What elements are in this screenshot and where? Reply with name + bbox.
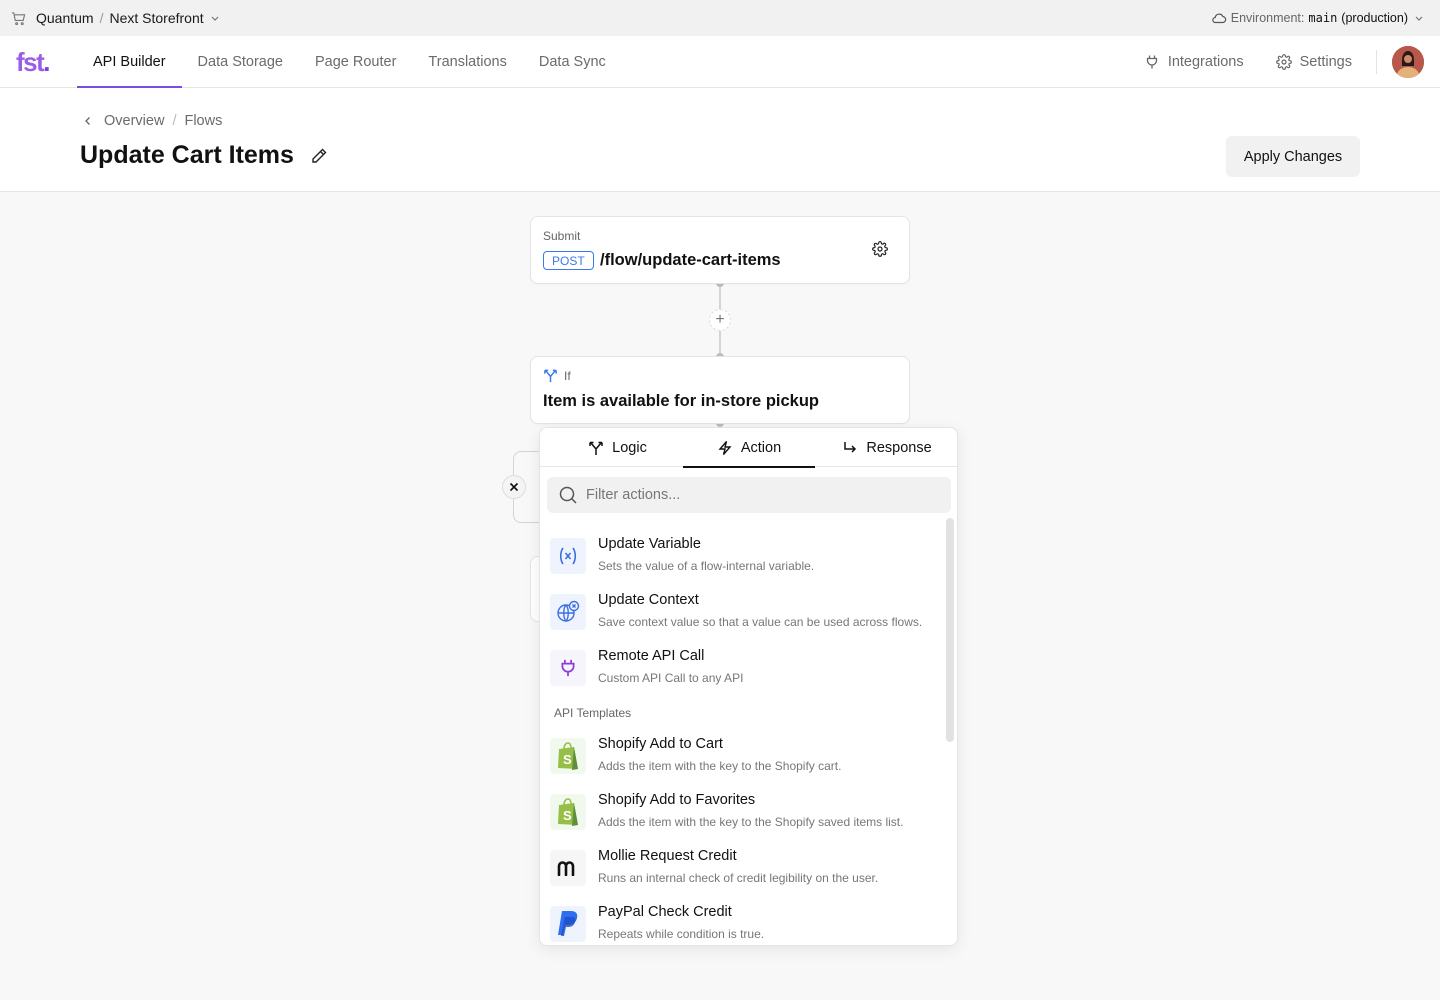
logo[interactable]: fst.	[16, 47, 50, 78]
template-name: Shopify Add to Cart	[598, 736, 723, 752]
apply-changes-button[interactable]: Apply Changes	[1226, 136, 1360, 177]
storefront-selector[interactable]: Next Storefront	[109, 10, 203, 26]
settings-link[interactable]: Settings	[1275, 54, 1352, 70]
list-item[interactable]: PayPal Check Credit Repeats while condit…	[550, 904, 944, 945]
page-header: Overview / Flows Update Cart Items Apply…	[0, 88, 1440, 192]
main-nav: fst. API Builder Data Storage Page Route…	[0, 36, 1440, 89]
variable-icon	[550, 538, 586, 574]
tab-logic[interactable]: Logic	[552, 428, 683, 467]
tab-data-storage[interactable]: Data Storage	[182, 36, 299, 88]
action-description: Save context value so that a value can b…	[598, 615, 923, 629]
if-node[interactable]: If Item is available for in-store pickup	[530, 356, 910, 424]
chevron-down-icon[interactable]	[210, 13, 220, 23]
breadcrumb-overview[interactable]: Overview	[104, 113, 164, 129]
paypal-icon	[550, 906, 586, 942]
svg-text:S: S	[563, 752, 572, 767]
filter-actions-input[interactable]	[586, 487, 926, 503]
plug-icon	[550, 650, 586, 686]
project-separator: /	[99, 10, 104, 26]
step-type-tabs: Logic Action Response	[540, 428, 957, 468]
search-icon	[558, 485, 578, 505]
tab-data-sync[interactable]: Data Sync	[523, 36, 622, 88]
shopify-icon: S	[550, 794, 586, 830]
add-step-popover: Logic Action Response Filter actions... …	[539, 427, 958, 946]
shopify-icon: S	[550, 738, 586, 774]
split-icon	[588, 440, 604, 456]
tab-action-label: Action	[740, 439, 782, 456]
environment-selector[interactable]: Environment: main (production)	[1211, 0, 1424, 36]
action-description: Custom API Call to any API	[598, 671, 744, 685]
template-description: Repeats while condition is true.	[598, 927, 765, 941]
filter-actions-field[interactable]	[547, 477, 951, 513]
template-name: Shopify Add to Favorites	[598, 792, 756, 808]
breadcrumb-separator: /	[172, 113, 177, 129]
environment-branch: main	[1308, 11, 1338, 25]
globe-variable-icon	[550, 594, 586, 630]
scrollbar[interactable]	[946, 518, 954, 742]
svg-text:S: S	[563, 808, 572, 823]
pencil-icon[interactable]	[310, 147, 328, 165]
flow-canvas[interactable]: + Submit POST /flow/update-cart-items If…	[0, 192, 1440, 1000]
tab-response-label: Response	[866, 439, 932, 456]
tab-page-router[interactable]: Page Router	[299, 36, 412, 88]
cart-icon	[10, 10, 26, 26]
environment-label: Environment:	[1230, 11, 1305, 25]
action-description: Sets the value of a flow-internal variab…	[598, 559, 815, 573]
logo-text: fst	[16, 47, 45, 77]
gear-icon	[1275, 54, 1292, 70]
list-item[interactable]: Mollie Request Credit Runs an internal c…	[550, 848, 944, 896]
project-name[interactable]: Quantum	[36, 10, 94, 26]
submit-node-label: Submit	[543, 229, 581, 243]
template-description: Adds the item with the key to the Shopif…	[598, 759, 842, 773]
logo-dot: .	[43, 47, 50, 77]
mollie-icon	[550, 850, 586, 886]
template-name: Mollie Request Credit	[598, 848, 737, 864]
environment-suffix: (production)	[1341, 11, 1408, 25]
chevron-left-icon[interactable]	[82, 115, 94, 127]
api-templates-heading: API Templates	[554, 706, 632, 720]
workspace-bar: Quantum / Next Storefront Environment: m…	[0, 0, 1440, 36]
if-condition: Item is available for in-store pickup	[543, 392, 819, 410]
tab-response[interactable]: Response	[815, 428, 957, 467]
action-name: Update Context	[598, 592, 699, 608]
list-item[interactable]: Update Context Save context value so tha…	[550, 592, 944, 640]
cloud-icon	[1211, 10, 1227, 26]
action-name: Remote API Call	[598, 648, 705, 664]
list-item[interactable]: Update Variable Sets the value of a flow…	[550, 536, 944, 584]
template-description: Runs an internal check of credit legibil…	[598, 871, 879, 885]
nav-divider	[1376, 50, 1377, 74]
plug-icon	[1144, 54, 1160, 70]
integrations-label: Integrations	[1167, 54, 1244, 70]
if-node-label: If	[564, 368, 571, 383]
add-step-button[interactable]: +	[709, 309, 731, 331]
close-branch-button[interactable]	[502, 475, 526, 499]
integrations-link[interactable]: Integrations	[1144, 54, 1244, 70]
endpoint-path: /flow/update-cart-items	[600, 251, 781, 269]
template-description: Adds the item with the key to the Shopif…	[598, 815, 904, 829]
list-item[interactable]: S Shopify Add to Favorites Adds the item…	[550, 792, 944, 840]
tab-api-builder[interactable]: API Builder	[77, 36, 182, 89]
method-badge: POST	[543, 251, 594, 270]
chevron-down-icon	[1414, 13, 1424, 23]
list-item[interactable]: Remote API Call Custom API Call to any A…	[550, 648, 944, 696]
gear-icon[interactable]	[872, 241, 888, 257]
tab-logic-label: Logic	[612, 439, 647, 456]
tab-translations[interactable]: Translations	[412, 36, 522, 88]
close-icon	[509, 482, 519, 492]
return-arrow-icon	[842, 440, 858, 456]
split-icon	[543, 368, 558, 383]
page-title: Update Cart Items	[80, 141, 294, 169]
submit-node[interactable]: Submit POST /flow/update-cart-items	[530, 216, 910, 284]
settings-label: Settings	[1299, 54, 1352, 70]
avatar[interactable]	[1392, 46, 1424, 78]
lightning-icon	[717, 440, 733, 456]
tab-action[interactable]: Action	[683, 428, 815, 468]
breadcrumb: Overview / Flows	[82, 113, 222, 129]
list-item[interactable]: S Shopify Add to Cart Adds the item with…	[550, 736, 944, 784]
template-name: PayPal Check Credit	[598, 904, 732, 920]
breadcrumb-flows[interactable]: Flows	[184, 113, 222, 129]
action-name: Update Variable	[598, 536, 701, 552]
